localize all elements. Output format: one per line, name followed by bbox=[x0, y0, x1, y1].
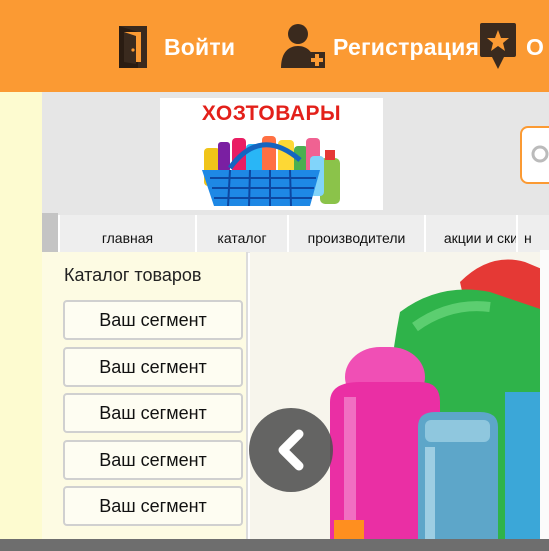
tab-manufacturers[interactable]: производители bbox=[287, 215, 424, 252]
hero-slider-image bbox=[250, 252, 549, 539]
catalog-item-label: Ваш сегмент bbox=[99, 309, 207, 330]
tab-more[interactable]: н bbox=[516, 215, 549, 252]
tab-home[interactable]: главная bbox=[58, 215, 195, 252]
catalog-item-label: Ваш сегмент bbox=[99, 495, 207, 516]
catalog-item[interactable]: Ваш сегмент bbox=[63, 440, 243, 480]
catalog-item[interactable]: Ваш сегмент bbox=[63, 300, 243, 340]
catalog-item[interactable]: Ваш сегмент bbox=[63, 347, 243, 387]
tab-catalog-label: каталог bbox=[217, 230, 267, 246]
catalog-item[interactable]: Ваш сегмент bbox=[63, 486, 243, 526]
third-link[interactable]: О bbox=[478, 22, 544, 72]
tab-catalog[interactable]: каталог bbox=[195, 215, 287, 252]
tab-manufacturers-label: производители bbox=[307, 230, 406, 246]
catalog-title: Каталог товаров bbox=[64, 265, 202, 285]
catalog-item-label: Ваш сегмент bbox=[99, 449, 207, 470]
catalog-item-label: Ваш сегмент bbox=[99, 402, 207, 423]
slider-prev-button[interactable] bbox=[249, 408, 333, 492]
main-nav: главная каталог производители акции и ск… bbox=[42, 213, 549, 252]
door-icon bbox=[116, 24, 152, 70]
user-plus-icon bbox=[281, 22, 327, 72]
page-edge bbox=[540, 250, 549, 539]
star-pin-icon bbox=[478, 21, 518, 73]
register-label: Регистрация bbox=[333, 33, 480, 60]
register-link[interactable]: Регистрация bbox=[281, 22, 479, 72]
catalog-sidebar: Каталог товаров Ваш сегмент Ваш сегмент … bbox=[42, 252, 248, 551]
third-label: О bbox=[526, 33, 545, 60]
tab-home-label: главная bbox=[101, 230, 154, 246]
bottom-scroll-bar[interactable] bbox=[0, 539, 549, 551]
chevron-left-icon bbox=[271, 428, 311, 476]
nav-spacer bbox=[42, 213, 58, 252]
catalog-item[interactable]: Ваш сегмент bbox=[63, 393, 243, 433]
login-link[interactable]: Войти bbox=[116, 22, 235, 72]
tab-more-label: н bbox=[524, 230, 532, 246]
basket-illustration bbox=[202, 136, 340, 207]
search-input[interactable] bbox=[520, 126, 549, 184]
catalog-item-label: Ваш сегмент bbox=[99, 356, 207, 377]
logo-banner[interactable]: ХОЗТОВАРЫ bbox=[160, 98, 383, 210]
left-margin bbox=[0, 92, 42, 551]
top-bar: Войти Регистрация О bbox=[0, 0, 549, 92]
search-icon bbox=[530, 144, 549, 170]
login-label: Войти bbox=[164, 33, 236, 60]
